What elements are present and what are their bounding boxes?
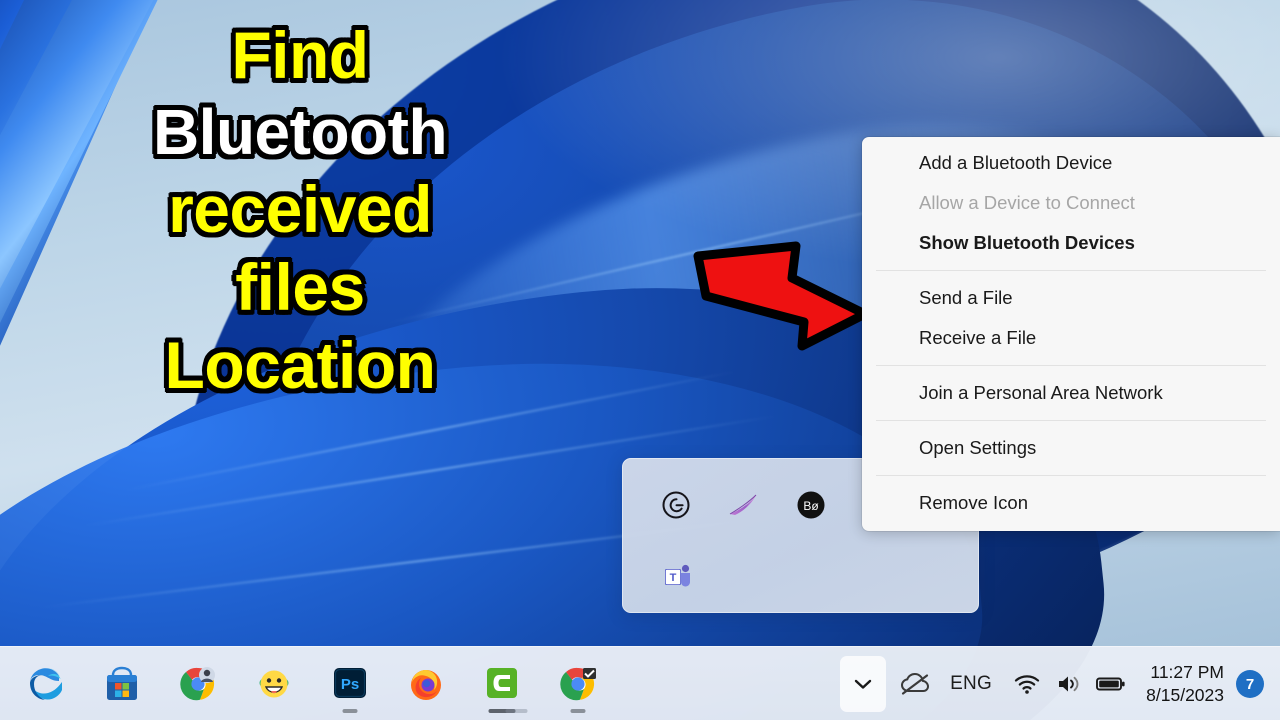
- menu-item-show-bluetooth-devices[interactable]: Show Bluetooth Devices: [862, 223, 1280, 263]
- red-arrow-pointing-to-menu: [693, 241, 870, 351]
- bose-headphones-icon[interactable]: Bø: [777, 480, 844, 530]
- taskbar-indicator: [342, 709, 358, 713]
- feather-pen-icon[interactable]: [709, 480, 776, 530]
- wifi-icon[interactable]: [1006, 656, 1048, 712]
- windows-desktop-screenshot: Find Bluetooth received files Location A…: [0, 0, 1280, 720]
- taskbar-app-store[interactable]: [84, 647, 160, 720]
- volume-icon[interactable]: [1048, 656, 1090, 712]
- svg-text:Ps: Ps: [341, 676, 359, 693]
- menu-item-add-a-bluetooth-device[interactable]: Add a Bluetooth Device: [862, 143, 1280, 183]
- taskbar-app-edge[interactable]: [8, 647, 84, 720]
- taskbar-indicator: [570, 709, 586, 713]
- clock-time: 11:27 PM: [1150, 662, 1224, 682]
- taskbar-app-firefox[interactable]: [388, 647, 464, 720]
- language-indicator[interactable]: ENG: [936, 673, 1006, 695]
- battery-icon[interactable]: [1090, 656, 1132, 712]
- onedrive-offline-cloud-icon[interactable]: [894, 656, 936, 712]
- menu-item-open-settings[interactable]: Open Settings: [862, 428, 1280, 468]
- taskbar-app-photoshop[interactable]: Ps: [312, 647, 388, 720]
- svg-text:Bø: Bø: [803, 499, 819, 513]
- microsoft-teams-icon[interactable]: T: [642, 552, 711, 602]
- menu-item-receive-a-file[interactable]: Receive a File: [862, 318, 1280, 358]
- taskbar-app-list: Ps: [0, 647, 616, 720]
- taskbar-system-tray: ENG 11:27 PM 8/15/2023 7: [840, 647, 1280, 720]
- taskbar-app-emoji[interactable]: [236, 647, 312, 720]
- clock-date: 8/15/2023: [1146, 685, 1224, 705]
- taskbar-app-camtasia[interactable]: [464, 647, 540, 720]
- taskbar-app-chrome[interactable]: [160, 647, 236, 720]
- notification-count-badge[interactable]: 7: [1236, 670, 1264, 698]
- menu-item-send-a-file[interactable]: Send a File: [862, 278, 1280, 318]
- svg-text:T: T: [669, 572, 676, 584]
- menu-separator-2: [876, 365, 1266, 366]
- menu-separator-1: [876, 270, 1266, 271]
- windows-taskbar: Ps ENG 11:27 PM 8/15/2023 7: [0, 646, 1280, 720]
- menu-item-join-a-personal-area-network[interactable]: Join a Personal Area Network: [862, 373, 1280, 413]
- chevron-down-icon[interactable]: [840, 656, 887, 712]
- taskbar-clock[interactable]: 11:27 PM 8/15/2023: [1132, 661, 1236, 707]
- menu-item-allow-a-device-to-connect: Allow a Device to Connect: [919, 192, 1135, 213]
- taskbar-indicator-active: [488, 709, 528, 713]
- menu-separator-3: [876, 420, 1266, 421]
- taskbar-app-chrome-2[interactable]: [540, 647, 616, 720]
- bluetooth-tray-context-menu[interactable]: Add a Bluetooth Device Allow a Device to…: [862, 137, 1280, 531]
- menu-item-remove-icon[interactable]: Remove Icon: [862, 483, 1280, 523]
- menu-separator-4: [876, 475, 1266, 476]
- grammarly-icon[interactable]: [642, 480, 709, 530]
- tray-row-2: T: [642, 552, 979, 602]
